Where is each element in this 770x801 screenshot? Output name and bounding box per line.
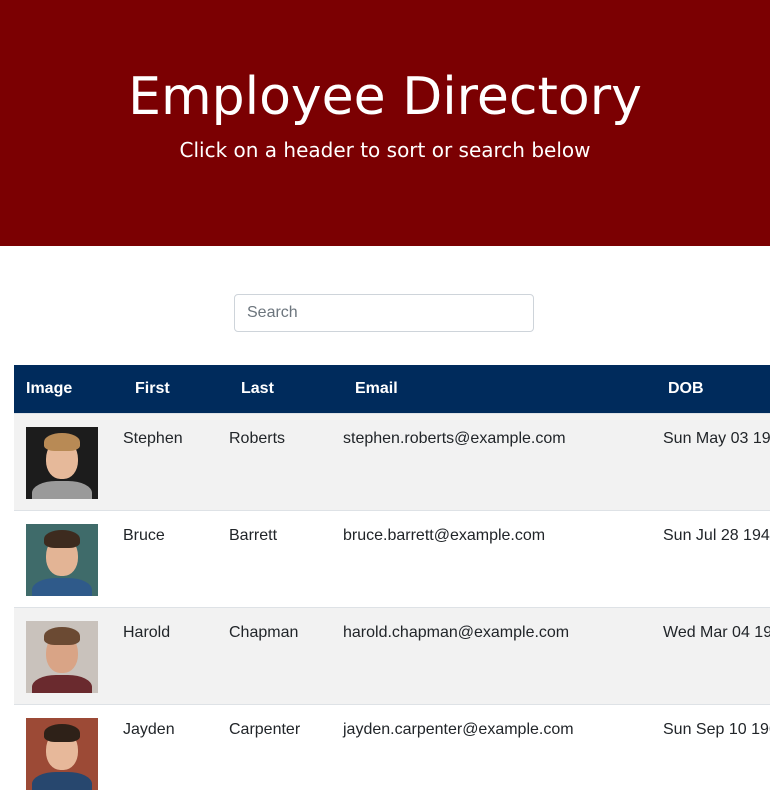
header-first[interactable]: First bbox=[111, 365, 217, 413]
header-image[interactable]: Image bbox=[14, 365, 111, 413]
search-section bbox=[0, 246, 770, 365]
cell-email: harold.chapman@example.com bbox=[331, 606, 623, 704]
table-header-row: Image First Last Email DOB bbox=[14, 365, 770, 413]
employee-photo bbox=[26, 620, 98, 693]
cell-dob: Sun Jul 28 1946 bbox=[623, 509, 770, 607]
cell-dob: Sun May 03 1970 bbox=[623, 412, 770, 510]
page-subtitle: Click on a header to sort or search belo… bbox=[179, 138, 591, 162]
header-last[interactable]: Last bbox=[217, 365, 331, 413]
cell-last: Carpenter bbox=[217, 703, 331, 801]
cell-dob: Sun Sep 10 1961 bbox=[623, 703, 770, 801]
header-email[interactable]: Email bbox=[331, 365, 623, 413]
employee-photo bbox=[26, 523, 98, 596]
cell-email: stephen.roberts@example.com bbox=[331, 412, 623, 510]
cell-last: Barrett bbox=[217, 509, 331, 607]
table-row: Stephen Roberts stephen.roberts@example.… bbox=[14, 412, 770, 510]
employee-table-container: Image First Last Email DOB Stephen Rober… bbox=[14, 365, 770, 801]
page-header: Employee Directory Click on a header to … bbox=[0, 0, 770, 246]
header-dob[interactable]: DOB bbox=[623, 365, 770, 413]
table-row: Bruce Barrett bruce.barrett@example.com … bbox=[14, 509, 770, 607]
table-row: Jayden Carpenter jayden.carpenter@exampl… bbox=[14, 703, 770, 801]
table-row: Harold Chapman harold.chapman@example.co… bbox=[14, 606, 770, 704]
cell-email: jayden.carpenter@example.com bbox=[331, 703, 623, 801]
cell-first: Bruce bbox=[111, 509, 217, 607]
employee-photo bbox=[26, 717, 98, 790]
cell-first: Harold bbox=[111, 606, 217, 704]
cell-email: bruce.barrett@example.com bbox=[331, 509, 623, 607]
cell-dob: Wed Mar 04 1998 bbox=[623, 606, 770, 704]
cell-first: Stephen bbox=[111, 412, 217, 510]
cell-first: Jayden bbox=[111, 703, 217, 801]
page-title: Employee Directory bbox=[128, 67, 642, 127]
cell-last: Roberts bbox=[217, 412, 331, 510]
employee-photo bbox=[26, 426, 98, 499]
search-input[interactable] bbox=[234, 294, 534, 332]
cell-last: Chapman bbox=[217, 606, 331, 704]
employee-table: Image First Last Email DOB Stephen Rober… bbox=[14, 365, 770, 801]
